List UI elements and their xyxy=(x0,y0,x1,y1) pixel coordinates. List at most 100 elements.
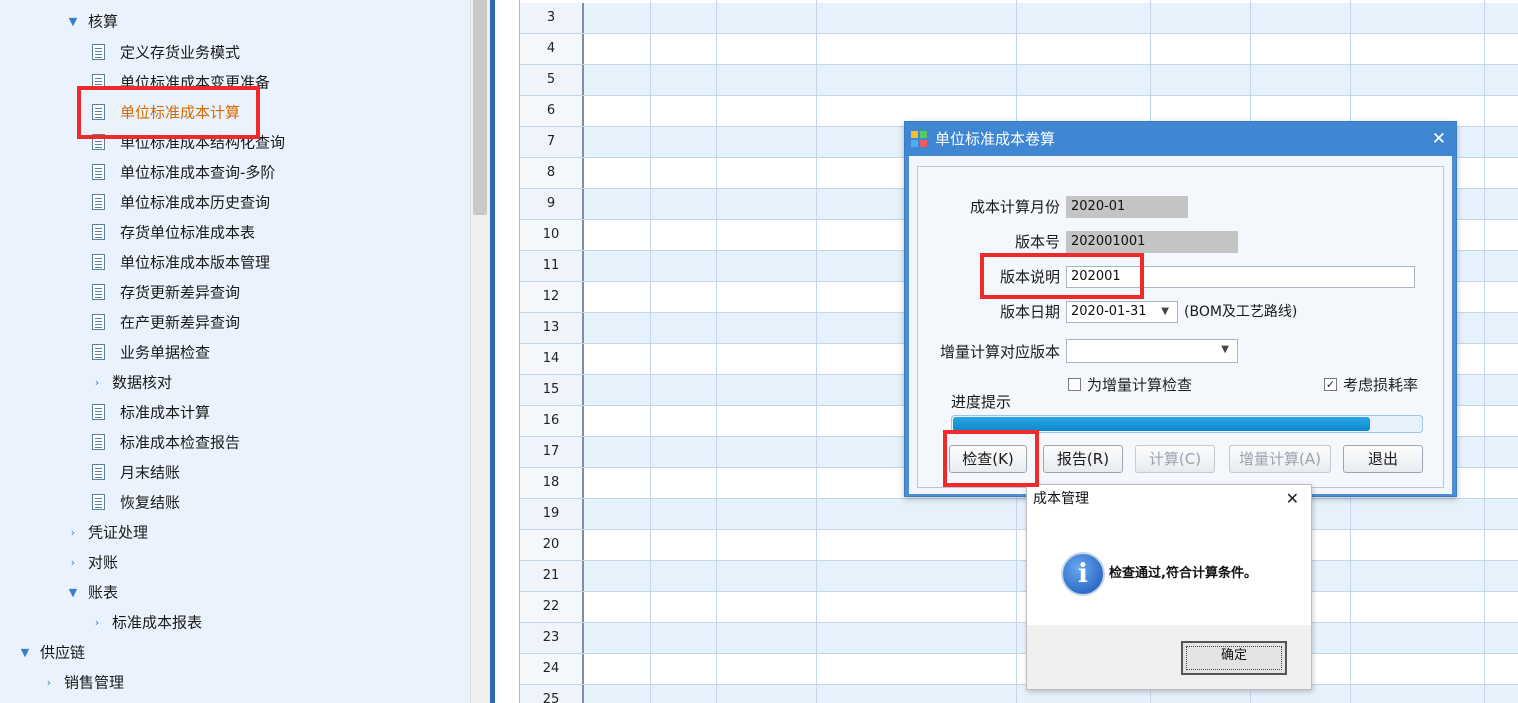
version-date-note: (BOM及工艺路线) xyxy=(1184,304,1298,320)
table-row[interactable]: 24 xyxy=(520,654,1518,685)
table-row[interactable]: 19 xyxy=(520,499,1518,530)
app-icon xyxy=(911,131,929,149)
chevron-down-icon: ▼ xyxy=(68,14,78,28)
tree-item-inventory-unit-cost-table[interactable]: 存货单位标准成本表 xyxy=(92,217,255,247)
tree-group-supply-chain[interactable]: ▼ 供应链 xyxy=(18,637,85,667)
version-date-value: 2020-01-31 xyxy=(1071,304,1147,319)
table-row[interactable]: 5 xyxy=(520,65,1518,96)
message-box-footer: 确定 xyxy=(1027,625,1311,689)
grid-column-divider xyxy=(1484,0,1485,703)
table-row[interactable]: 25 xyxy=(520,685,1518,703)
close-icon[interactable]: ✕ xyxy=(1286,485,1299,513)
tree-item-wip-variance-query[interactable]: 在产更新差异查询 xyxy=(92,307,240,337)
compute-button[interactable]: 计算(C) xyxy=(1135,445,1215,473)
document-icon xyxy=(92,193,105,210)
message-box: 成本管理 ✕ i 检查通过,符合计算条件。 确定 xyxy=(1026,484,1312,690)
progress-fill xyxy=(953,417,1370,431)
tree-item-standard-cost-check-report[interactable]: 标准成本检查报告 xyxy=(92,427,240,457)
tree-item-label: 定义存货业务模式 xyxy=(120,43,241,62)
sidebar-scrollbar-thumb[interactable] xyxy=(473,0,487,215)
row-number: 16 xyxy=(520,406,584,436)
row-number: 12 xyxy=(520,282,584,312)
tree-item-label: 供应链 xyxy=(40,643,86,662)
highlight-box-menu-item xyxy=(77,86,260,139)
document-icon xyxy=(92,463,105,480)
row-number: 25 xyxy=(520,685,584,703)
dialog-titlebar[interactable]: 单位标准成本卷算 ✕ xyxy=(905,122,1456,156)
row-number: 22 xyxy=(520,592,584,622)
grid-column-divider xyxy=(650,0,651,703)
incr-version-label: 增量计算对应版本 xyxy=(939,343,1060,361)
tree-group-reconcile[interactable]: › 对账 xyxy=(66,547,118,577)
table-row[interactable]: 22 xyxy=(520,592,1518,623)
ok-button[interactable]: 确定 xyxy=(1181,641,1287,675)
tree-item-reopen-close[interactable]: 恢复结账 xyxy=(92,487,180,517)
document-icon xyxy=(92,253,105,270)
document-icon xyxy=(92,433,105,450)
row-number: 9 xyxy=(520,189,584,219)
close-icon[interactable]: ✕ xyxy=(1432,122,1446,156)
document-icon xyxy=(92,343,105,360)
document-icon xyxy=(92,403,105,420)
version-date-label: 版本日期 xyxy=(999,303,1060,321)
row-number: 19 xyxy=(520,499,584,529)
tree-item-label: 核算 xyxy=(88,12,119,31)
chevron-down-icon: ▼ xyxy=(20,645,30,659)
incr-check-checkbox[interactable]: 为增量计算检查 xyxy=(1068,374,1192,396)
tree-group-voucher[interactable]: › 凭证处理 xyxy=(66,517,148,547)
tree-group-reports[interactable]: ▼ 账表 xyxy=(66,577,118,607)
table-row[interactable]: 20 xyxy=(520,530,1518,561)
document-icon xyxy=(92,163,105,180)
row-number: 5 xyxy=(520,65,584,95)
highlight-box-version-desc xyxy=(980,253,1144,299)
report-button[interactable]: 报告(R) xyxy=(1043,445,1123,473)
row-number: 18 xyxy=(520,468,584,498)
tree-item-document-check[interactable]: 业务单据检查 xyxy=(92,337,210,367)
incr-check-label: 为增量计算检查 xyxy=(1087,376,1193,394)
tree-item-label: 单位标准成本版本管理 xyxy=(120,253,271,272)
tree-item-define-inventory-mode[interactable]: 定义存货业务模式 xyxy=(92,37,240,67)
incr-version-select[interactable]: ▼ xyxy=(1066,339,1238,363)
document-icon xyxy=(92,43,105,60)
tree-item-standard-cost-calc[interactable]: 标准成本计算 xyxy=(92,397,210,427)
row-number: 8 xyxy=(520,158,584,188)
tree-group-standard-cost-reports[interactable]: › 标准成本报表 xyxy=(90,607,202,637)
month-label: 成本计算月份 xyxy=(969,198,1060,216)
tree-item-label: 销售管理 xyxy=(64,673,125,692)
tree-item-label: 单位标准成本历史查询 xyxy=(120,193,271,212)
incremental-compute-button[interactable]: 增量计算(A) xyxy=(1229,445,1331,473)
loss-rate-checkbox[interactable]: ✓ 考虑损耗率 xyxy=(1324,374,1418,396)
version-date-picker[interactable]: 2020-01-31 ▼ xyxy=(1066,301,1178,323)
check-icon: ✓ xyxy=(1324,378,1337,391)
tree-item-label: 月末结账 xyxy=(120,463,181,482)
table-row[interactable]: 4 xyxy=(520,34,1518,65)
loss-rate-label: 考虑损耗率 xyxy=(1343,376,1419,394)
tree-group-accounting[interactable]: ▼ 核算 xyxy=(66,6,118,36)
chevron-right-icon: › xyxy=(94,375,100,389)
tree-item-unit-cost-history-query[interactable]: 单位标准成本历史查询 xyxy=(92,187,270,217)
incr-check-box xyxy=(1068,378,1081,391)
chevron-right-icon: › xyxy=(46,675,52,689)
chevron-down-icon: ▼ xyxy=(1161,306,1169,317)
document-icon xyxy=(92,313,105,330)
tree-item-unit-cost-version-mgmt[interactable]: 单位标准成本版本管理 xyxy=(92,247,270,277)
tree-item-inventory-variance-query[interactable]: 存货更新差异查询 xyxy=(92,277,240,307)
chevron-right-icon: › xyxy=(94,615,100,629)
table-row[interactable]: 21 xyxy=(520,561,1518,592)
tree-item-unit-cost-multilevel-query[interactable]: 单位标准成本查询-多阶 xyxy=(92,157,275,187)
tree-group-sales-mgmt[interactable]: › 销售管理 xyxy=(42,667,124,697)
tree-item-label: 对账 xyxy=(88,553,119,572)
message-text: 检查通过,符合计算条件。 xyxy=(1109,566,1257,581)
tree-group-data-reconcile[interactable]: › 数据核对 xyxy=(90,367,172,397)
row-number: 10 xyxy=(520,220,584,250)
table-row[interactable]: 3 xyxy=(520,3,1518,34)
tree-item-month-end-close[interactable]: 月末结账 xyxy=(92,457,180,487)
row-number: 11 xyxy=(520,251,584,281)
row-number: 14 xyxy=(520,344,584,374)
exit-button[interactable]: 退出 xyxy=(1343,445,1423,473)
row-number: 13 xyxy=(520,313,584,343)
pane-gap xyxy=(495,0,519,703)
document-icon xyxy=(92,493,105,510)
grid-column-divider xyxy=(816,0,817,703)
table-row[interactable]: 23 xyxy=(520,623,1518,654)
